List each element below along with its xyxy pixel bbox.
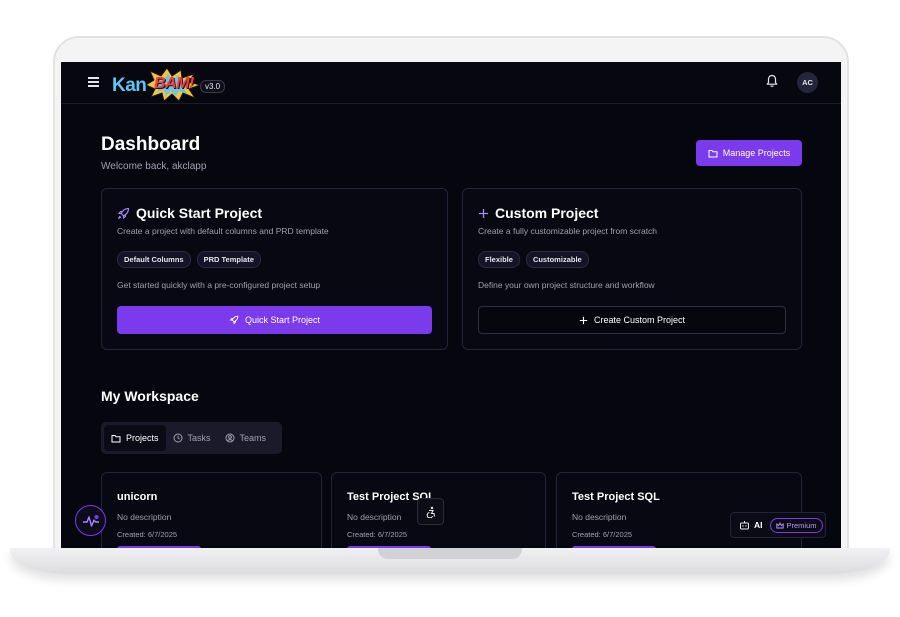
manage-projects-label: Manage Projects bbox=[722, 148, 791, 158]
rocket-icon bbox=[229, 315, 239, 325]
notification-bell-icon[interactable] bbox=[765, 74, 779, 88]
page-title: Dashboard bbox=[101, 134, 201, 155]
quick-start-title-text: Quick Start Project bbox=[136, 205, 263, 221]
custom-project-note: Define your own project structure and wo… bbox=[478, 280, 655, 290]
folder-icon bbox=[111, 434, 121, 442]
tag-default-columns: Default Columns bbox=[117, 251, 191, 268]
tab-tasks[interactable]: Tasks bbox=[166, 425, 218, 451]
bot-icon bbox=[740, 521, 749, 530]
create-custom-project-label: Create Custom Project bbox=[593, 315, 686, 325]
tab-tasks-label: Tasks bbox=[187, 433, 211, 443]
plus-icon bbox=[579, 316, 588, 324]
custom-project-tags: Flexible Customizable bbox=[478, 251, 589, 268]
workspace-title: My Workspace bbox=[101, 388, 199, 404]
create-custom-project-button[interactable]: Create Custom Project bbox=[478, 306, 786, 334]
activity-pulse-icon bbox=[82, 514, 99, 527]
tab-projects[interactable]: Projects bbox=[104, 425, 166, 451]
user-avatar[interactable]: AC bbox=[797, 72, 818, 93]
project-name: Test Project SQL bbox=[572, 491, 660, 503]
tag-flexible: Flexible bbox=[478, 251, 520, 268]
tag-prd-template: PRD Template bbox=[196, 251, 261, 268]
folder-icon bbox=[708, 149, 718, 157]
custom-project-description: Create a fully customizable project from… bbox=[478, 226, 658, 236]
user-circle-icon bbox=[225, 433, 235, 443]
quick-start-button[interactable]: Quick Start Project bbox=[117, 306, 432, 334]
custom-project-title-text: Custom Project bbox=[495, 205, 599, 221]
activity-assistant-button[interactable] bbox=[75, 505, 106, 536]
premium-badge: Premium bbox=[769, 517, 823, 533]
quick-start-description: Create a project with default columns an… bbox=[117, 226, 329, 236]
quick-start-button-label: Quick Start Project bbox=[244, 315, 321, 325]
rocket-icon bbox=[117, 207, 130, 219]
quick-start-card: Quick Start Project Create a project wit… bbox=[101, 188, 448, 350]
manage-projects-button[interactable]: Manage Projects bbox=[696, 140, 802, 166]
project-name: unicorn bbox=[117, 491, 158, 503]
premium-label: Premium bbox=[786, 520, 817, 530]
tag-customizable: Customizable bbox=[525, 251, 589, 268]
custom-project-card: Custom Project Create a fully customizab… bbox=[462, 188, 802, 350]
welcome-text: Welcome back, akclapp bbox=[101, 161, 207, 172]
menu-icon[interactable] bbox=[88, 77, 99, 87]
app-screen: Kan BAM! v3.0 AC Dashboard Welcome back,… bbox=[61, 62, 841, 548]
project-card[interactable]: unicorn No description Created: 6/7/2025 bbox=[101, 472, 322, 548]
tab-projects-label: Projects bbox=[126, 433, 159, 443]
custom-project-title: Custom Project bbox=[478, 205, 598, 221]
ai-assistant-pill[interactable]: AI Premium bbox=[730, 512, 826, 538]
project-description: No description bbox=[572, 512, 627, 522]
top-bar: Kan BAM! v3.0 AC bbox=[61, 62, 841, 104]
tab-teams-label: Teams bbox=[239, 433, 267, 443]
accessibility-icon bbox=[426, 506, 435, 518]
project-description: No description bbox=[117, 512, 172, 522]
clock-icon bbox=[173, 433, 183, 443]
laptop-base-notch bbox=[378, 548, 522, 559]
tab-teams[interactable]: Teams bbox=[218, 425, 274, 451]
workspace-tabs: Projects Tasks Teams bbox=[101, 422, 282, 454]
accessibility-button[interactable] bbox=[417, 498, 444, 525]
quick-start-note: Get started quickly with a pre-configure… bbox=[117, 280, 321, 290]
ai-label: AI bbox=[754, 520, 763, 530]
project-created-date: Created: 6/7/2025 bbox=[347, 530, 408, 539]
quick-start-title: Quick Start Project bbox=[117, 205, 262, 221]
project-created-date: Created: 6/7/2025 bbox=[117, 530, 178, 539]
version-badge: v3.0 bbox=[200, 80, 226, 93]
plus-icon bbox=[479, 208, 488, 218]
logo-bam-text: BAM! bbox=[154, 75, 194, 92]
crown-icon bbox=[775, 521, 784, 528]
quick-start-tags: Default Columns PRD Template bbox=[117, 251, 261, 268]
project-description: No description bbox=[347, 512, 402, 522]
project-created-date: Created: 6/7/2025 bbox=[572, 530, 633, 539]
